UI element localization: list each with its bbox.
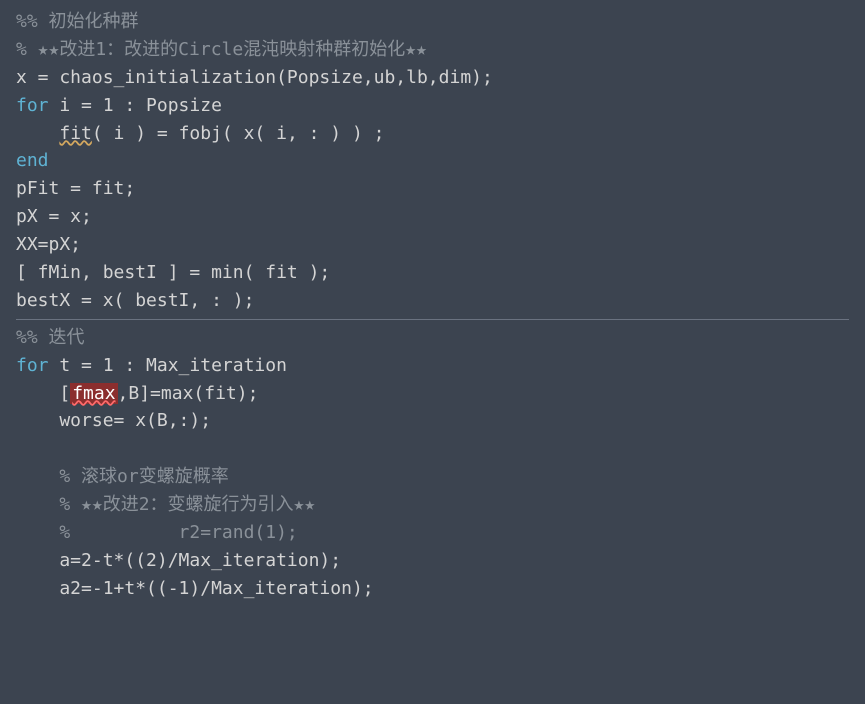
code-line: pX = x;: [16, 203, 849, 231]
code-text: [: [16, 383, 70, 404]
keyword-end: end: [16, 150, 49, 171]
code-text: worse= x(B,:);: [16, 410, 211, 431]
code-line: XX=pX;: [16, 231, 849, 259]
code-line: pFit = fit;: [16, 175, 849, 203]
keyword-for: for: [16, 95, 49, 116]
code-line: % 滚球or变螺旋概率: [16, 463, 849, 491]
indent: [16, 123, 59, 144]
code-text: ,B]=max(fit);: [118, 383, 259, 404]
code-line: fit( i ) = fobj( x( i, : ) ) ;: [16, 120, 849, 148]
comment-text: % ★★改进1：改进的Circle混沌映射种群初始化★★: [16, 39, 427, 60]
code-line: % r2=rand(1);: [16, 519, 849, 547]
section-comment: %% 迭代: [16, 327, 85, 348]
code-line: %% 迭代: [16, 324, 849, 352]
code-text: x = chaos_initialization(Popsize,ub,lb,d…: [16, 67, 493, 88]
code-text: ( i ) = fobj( x( i, : ) ) ;: [92, 123, 385, 144]
code-line: for t = 1 : Max_iteration: [16, 352, 849, 380]
warning-text: fit: [59, 123, 92, 144]
code-text: XX=pX;: [16, 234, 81, 255]
code-line: [16, 435, 849, 463]
code-line: end: [16, 147, 849, 175]
code-text: [ fMin, bestI ] = min( fit );: [16, 262, 330, 283]
code-text: t = 1 : Max_iteration: [49, 355, 287, 376]
code-line: a=2-t*((2)/Max_iteration);: [16, 547, 849, 575]
code-line: for i = 1 : Popsize: [16, 92, 849, 120]
code-text: a=2-t*((2)/Max_iteration);: [16, 550, 341, 571]
code-text: pX = x;: [16, 206, 92, 227]
comment-text: % 滚球or变螺旋概率: [16, 466, 229, 487]
code-text: a2=-1+t*((-1)/Max_iteration);: [16, 578, 374, 599]
comment-text: % r2=rand(1);: [16, 522, 298, 543]
code-text: bestX = x( bestI, : );: [16, 290, 254, 311]
code-line: x = chaos_initialization(Popsize,ub,lb,d…: [16, 64, 849, 92]
section-comment: %% 初始化种群: [16, 11, 139, 32]
code-line: a2=-1+t*((-1)/Max_iteration);: [16, 575, 849, 603]
comment-text: % ★★改进2：变螺旋行为引入★★: [16, 494, 315, 515]
code-line: [ fMin, bestI ] = min( fit );: [16, 259, 849, 287]
code-text: [16, 438, 59, 459]
code-line: % ★★改进1：改进的Circle混沌映射种群初始化★★: [16, 36, 849, 64]
keyword-for: for: [16, 355, 49, 376]
code-line: worse= x(B,:);: [16, 407, 849, 435]
section-divider: [16, 319, 849, 320]
code-text: i = 1 : Popsize: [49, 95, 222, 116]
code-line: % ★★改进2：变螺旋行为引入★★: [16, 491, 849, 519]
code-text: pFit = fit;: [16, 178, 135, 199]
code-line: bestX = x( bestI, : );: [16, 287, 849, 315]
code-editor[interactable]: %% 初始化种群 % ★★改进1：改进的Circle混沌映射种群初始化★★ x …: [0, 0, 865, 611]
code-line: [fmax,B]=max(fit);: [16, 380, 849, 408]
code-line: %% 初始化种群: [16, 8, 849, 36]
error-text: fmax: [70, 383, 117, 404]
